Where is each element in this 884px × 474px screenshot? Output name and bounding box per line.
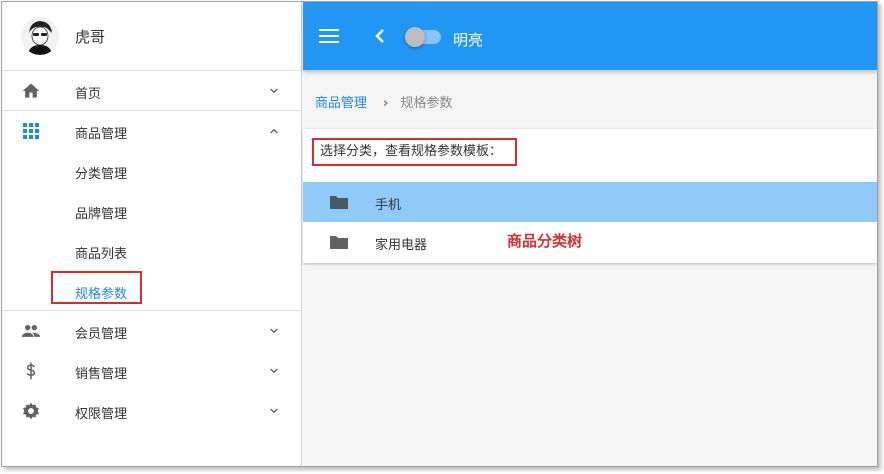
main-content: 明亮 商品管理 › 规格参数 选择分类，查看规格参数模板： 手机 家用电器 商品分类… [303,2,877,466]
chevron-down-icon [270,408,278,414]
chevron-up-icon [270,128,278,134]
chevron-down-icon [270,368,278,374]
category-prompt: 选择分类，查看规格参数模板： [312,138,517,166]
sidebar-item-members[interactable]: 会员管理 [2,311,301,351]
folder-icon [330,196,348,209]
sidebar-subitem-label: 分类管理 [75,167,128,182]
sidebar-item-label: 首页 [75,87,102,102]
sidebar-subitem-label: 商品列表 [75,247,128,262]
sidebar-item-label: 会员管理 [75,327,128,342]
sidebar-item-permissions[interactable]: 权限管理 [2,391,301,431]
annotation-label: 商品分类树 [507,232,583,250]
sidebar: 虎哥 首页 商品管理 分类管理 品牌管理 商品列表 规格参数 会员管理 销售管理… [2,2,302,466]
chevron-left-icon[interactable] [373,29,387,43]
menu-icon[interactable] [318,27,340,45]
category-tree-card: 选择分类，查看规格参数模板： 手机 家用电器 商品分类树 [303,129,877,263]
tree-node-label: 家用电器 [375,238,428,253]
sidebar-subitem-spec-params[interactable]: 规格参数 [2,271,301,311]
user-name: 虎哥 [75,27,106,46]
tree-node-label: 手机 [375,198,402,213]
sidebar-subitem-label: 规格参数 [75,287,128,302]
breadcrumb: 商品管理 › 规格参数 [315,92,452,111]
toggle-knob [405,27,425,47]
sidebar-subitem-brand[interactable]: 品牌管理 [2,191,301,231]
folder-icon [330,236,348,249]
home-icon [21,81,41,101]
sidebar-item-products[interactable]: 商品管理 [2,111,301,151]
chevron-down-icon [270,88,278,94]
sidebar-item-label: 商品管理 [75,127,128,142]
theme-label: 明亮 [453,31,484,49]
sidebar-item-label: 权限管理 [75,407,128,422]
user-profile: 虎哥 [2,2,301,71]
sidebar-item-home[interactable]: 首页 [2,71,301,111]
dollar-icon [21,361,41,381]
theme-toggle[interactable] [405,27,441,47]
gear-icon [21,401,41,421]
apps-grid-icon [21,121,41,141]
avatar [21,17,59,55]
sidebar-item-label: 销售管理 [75,367,128,382]
sidebar-subitem-product-list[interactable]: 商品列表 [2,231,301,271]
sidebar-subitem-label: 品牌管理 [75,207,128,222]
sidebar-subitem-category[interactable]: 分类管理 [2,151,301,191]
tree-node-appliances[interactable]: 家用电器 [303,222,877,262]
breadcrumb-current: 规格参数 [400,96,453,111]
people-icon [21,321,41,341]
tree-node-phone[interactable]: 手机 [303,182,877,222]
breadcrumb-separator: › [383,96,389,111]
sidebar-item-sales[interactable]: 销售管理 [2,351,301,391]
breadcrumb-parent-link[interactable]: 商品管理 [315,96,367,111]
chevron-down-icon [270,328,278,334]
top-app-bar: 明亮 [303,2,877,70]
app-window: 虎哥 首页 商品管理 分类管理 品牌管理 商品列表 规格参数 会员管理 销售管理… [1,1,878,467]
